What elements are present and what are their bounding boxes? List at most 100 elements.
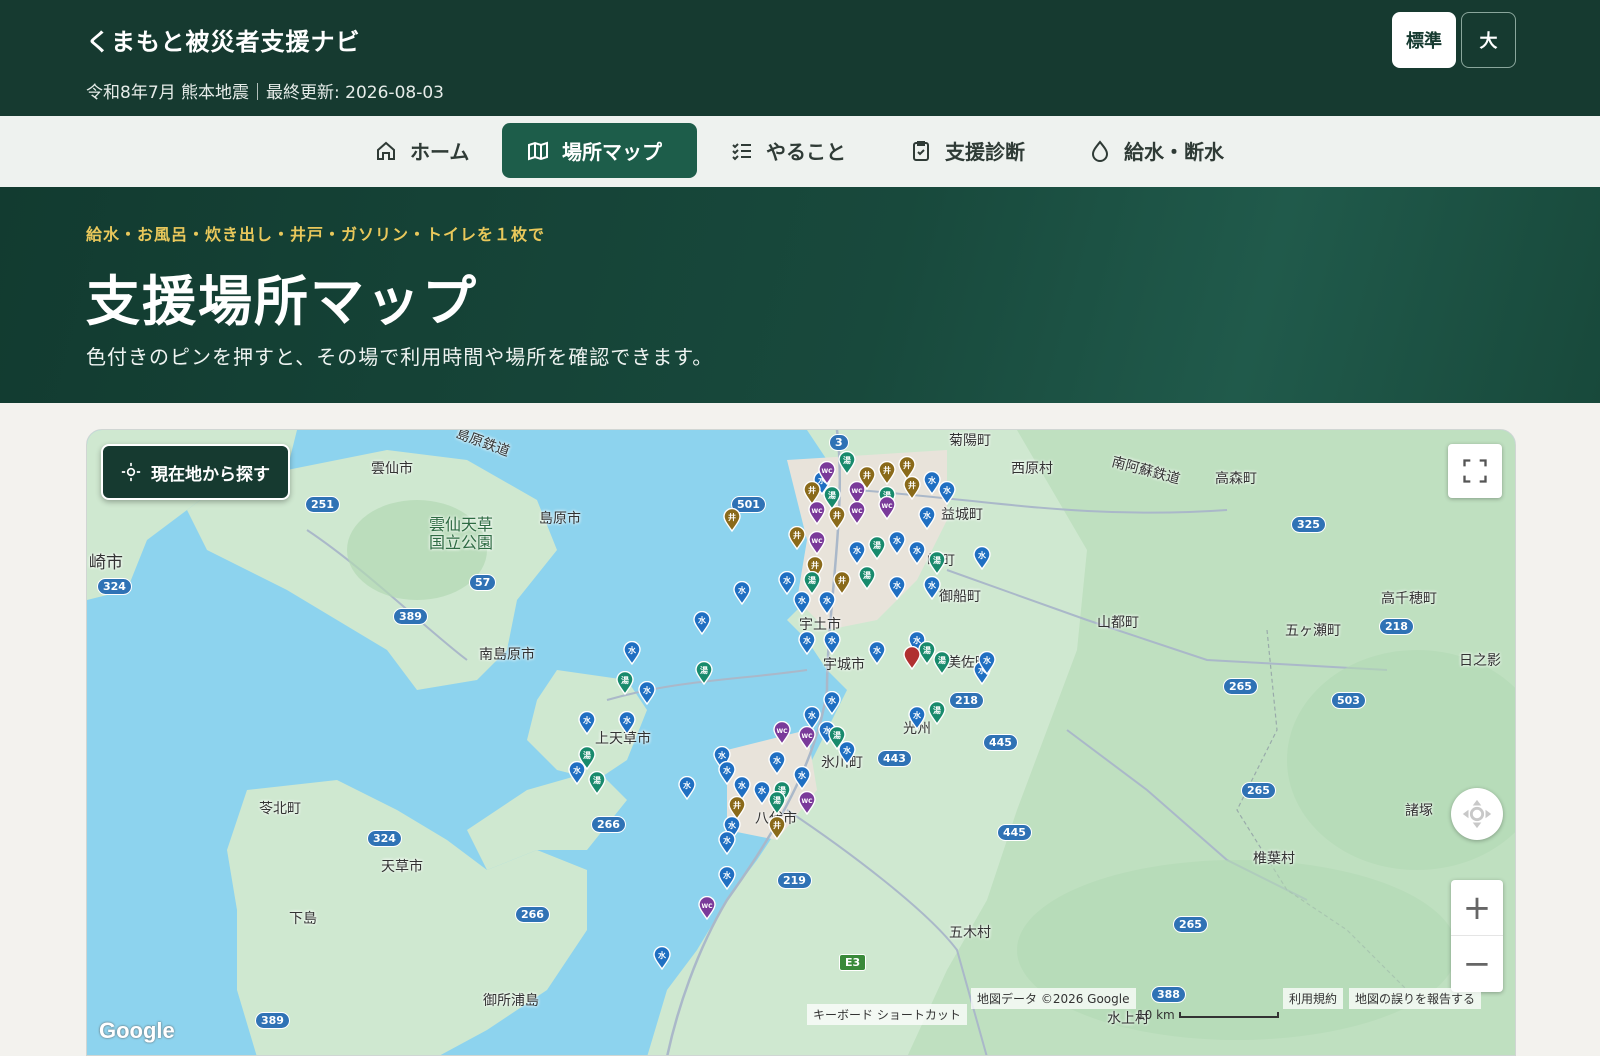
font-size-large-button[interactable]: 大 [1461,12,1516,68]
map-pin-water[interactable]: 水 [868,640,886,666]
nav-item-water[interactable]: 給水・断水 [1064,123,1248,178]
zoom-in-button[interactable]: + [1451,880,1503,936]
map-pin-water[interactable]: 水 [678,775,696,801]
clipboard-check-icon [913,140,929,161]
map-pin-toilet[interactable]: WC [698,895,716,921]
map-pin-bath[interactable]: 湯 [695,660,713,686]
map-pin-water[interactable]: 水 [818,590,836,616]
map-pin-well[interactable]: 井 [788,525,806,551]
place-label: 崎市 [89,553,123,573]
terms-link[interactable]: 利用規約 [1283,988,1344,1009]
map-pin-water[interactable]: 水 [908,705,926,731]
support-map[interactable]: 雲仙市 島原市 雲仙天草 国立公園 崎市 菊陽町 西原村 高森町 南阿蘇鉄道 島… [86,429,1516,1056]
map-pin-water[interactable]: 水 [568,760,586,786]
map-pin-water[interactable]: 水 [578,710,596,736]
svg-text:WC: WC [811,508,823,515]
svg-text:水: 水 [927,580,937,590]
map-pin-water[interactable]: 水 [618,710,636,736]
svg-text:井: 井 [908,480,916,490]
place-label: 雲仙市 [371,461,413,477]
svg-text:湯: 湯 [828,490,836,500]
nav-item-diagnosis[interactable]: 支援診断 [885,123,1049,178]
map-pin-water[interactable]: 水 [718,830,736,856]
map-pin-well[interactable]: 井 [903,475,921,501]
svg-text:水: 水 [572,765,582,775]
map-pin-water[interactable]: 水 [798,630,816,656]
map-pin-bath[interactable]: 湯 [858,565,876,591]
map-pin-water[interactable]: 水 [973,545,991,571]
map-pin-water[interactable]: 水 [923,575,941,601]
map-pin-toilet[interactable]: WC [878,495,896,521]
route-shield: 266 [515,906,550,923]
hero-description: 色付きのピンを押すと、その場で利用時間や場所を確認できます。 [86,345,714,369]
map-pin-water[interactable]: 水 [768,750,786,776]
map-pin-well[interactable]: 井 [723,507,741,533]
map-pin-water[interactable]: 水 [888,575,906,601]
map-pin-toilet[interactable]: WC [773,720,791,746]
zoom-out-button[interactable]: − [1451,936,1503,992]
route-shield: 57 [469,574,497,591]
map-pin-water[interactable]: 水 [918,505,936,531]
route-shield: 388 [1151,986,1186,1003]
map-pin-water[interactable]: 水 [823,630,841,656]
map-pin-bath[interactable]: 湯 [933,650,951,676]
map-pin-well[interactable]: 井 [878,460,896,486]
map-pin-bath[interactable]: 湯 [768,790,786,816]
route-shield: 325 [1291,516,1326,533]
fullscreen-button[interactable] [1448,444,1502,498]
map-pin-water[interactable]: 水 [733,580,751,606]
map-pin-bath[interactable]: 湯 [868,535,886,561]
route-shield: 445 [997,824,1032,841]
svg-text:湯: 湯 [593,775,601,785]
report-map-error-link[interactable]: 地図の誤りを報告する [1349,988,1482,1009]
map-pin-water[interactable]: 水 [793,765,811,791]
map-pin-water[interactable]: 水 [693,610,711,636]
keyboard-shortcuts-link[interactable]: キーボード ショートカット [807,1004,967,1025]
place-label: 高千穂町 [1381,591,1437,607]
map-pin-well[interactable]: 井 [828,505,846,531]
map-pin-bath[interactable]: 湯 [928,550,946,576]
svg-text:湯: 湯 [933,705,941,715]
main-nav: ホーム 場所マップ やること 支援診断 給水・断水 [0,116,1600,187]
map-pin-toilet[interactable]: WC [808,530,826,556]
map-pin-bath[interactable]: 湯 [616,670,634,696]
locate-me-button[interactable]: 現在地から探す [101,444,290,500]
map-pin-water[interactable]: 水 [823,690,841,716]
pan-control-button[interactable] [1451,788,1503,840]
map-pin-bath[interactable]: 湯 [838,450,856,476]
map-pin-toilet[interactable]: WC [798,725,816,751]
route-shield: 324 [367,830,402,847]
nav-item-map[interactable]: 場所マップ [502,123,697,178]
map-pin-bath[interactable]: 湯 [928,700,946,726]
map-pin-toilet[interactable]: WC [808,500,826,526]
scale-bar[interactable]: 10 km [1131,1006,1285,1024]
map-pin-water[interactable]: 水 [718,865,736,891]
svg-text:水: 水 [977,550,987,560]
map-pin-water[interactable]: 水 [653,945,671,971]
map-pin-water[interactable]: 水 [978,650,996,676]
map-pin-water[interactable]: 水 [838,740,856,766]
map-pin-water[interactable]: 水 [793,590,811,616]
svg-text:水: 水 [827,695,837,705]
map-pin-well[interactable]: 井 [768,815,786,841]
map-pin-water[interactable]: 水 [623,640,641,666]
svg-text:水: 水 [757,785,767,795]
font-size-standard-button[interactable]: 標準 [1392,12,1456,68]
svg-text:WC: WC [821,468,833,475]
map-pin-water[interactable]: 水 [938,480,956,506]
svg-text:WC: WC [851,488,863,495]
map-icon [528,141,548,160]
nav-label: 場所マップ [562,140,662,164]
place-label: 諸塚 [1405,803,1433,819]
map-pin-toilet[interactable]: WC [848,500,866,526]
map-pin-toilet[interactable]: WC [798,790,816,816]
map-pin-water[interactable]: 水 [848,540,866,566]
map-pin-food[interactable] [903,645,921,671]
map-pin-bath[interactable]: 湯 [588,770,606,796]
nav-item-todo[interactable]: やること [706,123,870,178]
map-pin-water[interactable]: 水 [888,530,906,556]
map-pin-water[interactable]: 水 [908,540,926,566]
map-pin-water[interactable]: 水 [638,680,656,706]
nav-item-home[interactable]: ホーム [350,123,493,178]
nav-label: やること [766,140,846,164]
